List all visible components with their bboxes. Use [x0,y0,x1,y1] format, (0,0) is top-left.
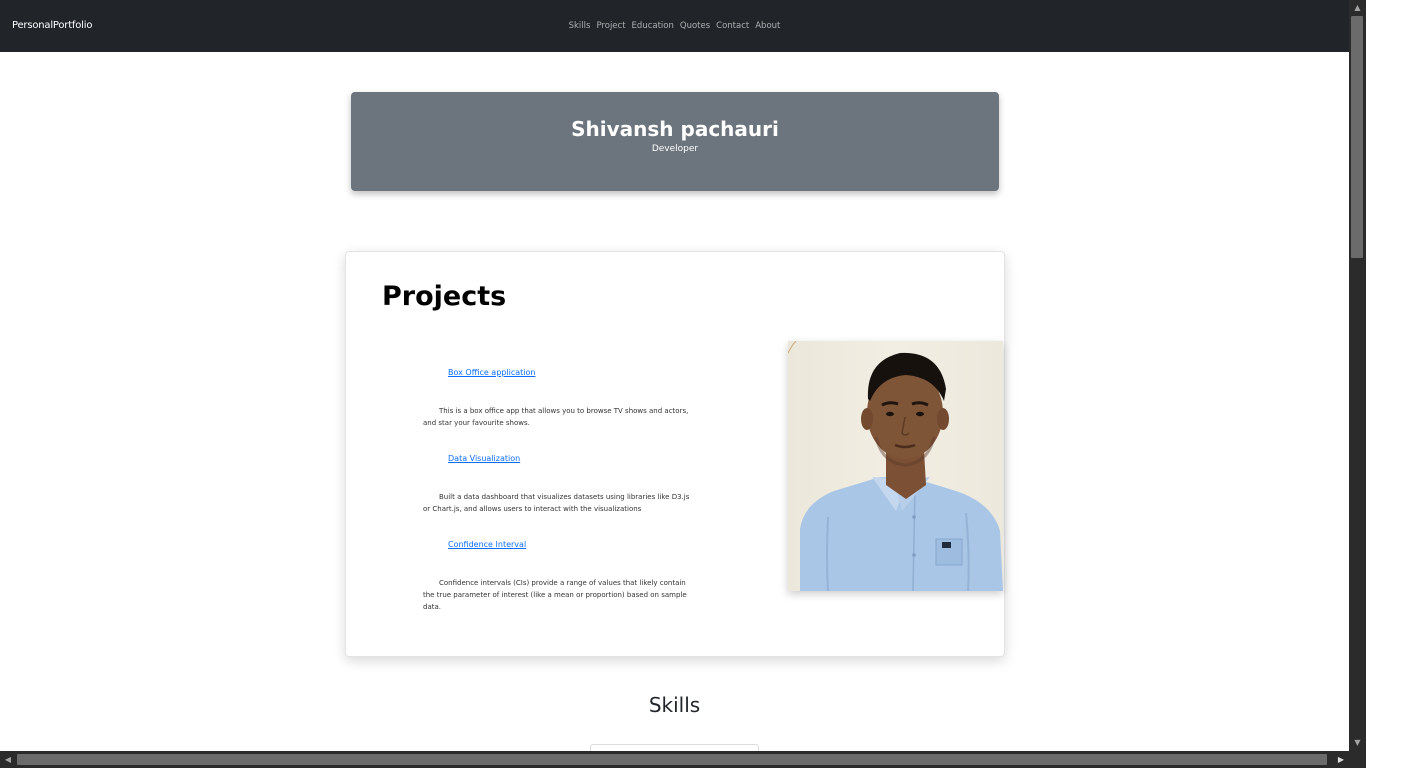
horizontal-scroll-thumb[interactable] [17,754,1327,765]
nav-link-skills[interactable]: Skills [569,21,591,31]
top-navbar: PersonalPortfolio Skills Project Educati… [0,0,1349,52]
vertical-scroll-thumb[interactable] [1351,16,1363,258]
skills-heading: Skills [648,693,701,717]
scroll-up-arrow-icon[interactable]: ▲ [1349,2,1366,14]
scrollbar-corner [1349,751,1366,768]
nav-link-quotes[interactable]: Quotes [680,21,710,31]
window-margin [1366,0,1412,768]
scroll-right-arrow-icon[interactable]: ▶ [1335,751,1347,768]
nav-links: Skills Project Education Quotes Contact … [0,0,1349,52]
project-description: Built a data dashboard that visualizes d… [423,493,690,513]
projects-heading: Projects [382,281,507,312]
nav-link-project[interactable]: Project [596,21,625,31]
scroll-down-arrow-icon[interactable]: ▼ [1349,737,1366,749]
profile-photo-illustration [788,341,1003,591]
scroll-left-arrow-icon[interactable]: ◀ [2,751,14,768]
nav-link-education[interactable]: Education [632,21,674,31]
nav-link-about[interactable]: About [755,21,780,31]
project-link-confidence-interval[interactable]: Confidence Interval [448,540,526,549]
project-link-data-visualization[interactable]: Data Visualization [448,454,520,463]
project-description: This is a box office app that allows you… [423,407,689,427]
skills-card [590,744,759,751]
profile-photo [788,341,1003,591]
hero-banner: Shivansh pachauri Developer [351,92,999,191]
project-description: Confidence intervals (CIs) provide a ran… [423,579,687,611]
hero-role: Developer [651,144,699,154]
page-viewport: PersonalPortfolio Skills Project Educati… [0,0,1349,751]
project-link-box-office[interactable]: Box Office application [448,368,535,377]
projects-card: Projects Box Office application This is … [345,251,1005,657]
vertical-scrollbar[interactable]: ▲ ▼ [1349,0,1366,751]
nav-link-contact[interactable]: Contact [716,21,749,31]
horizontal-scrollbar[interactable]: ◀ ▶ [0,751,1349,768]
hero-name: Shivansh pachauri [571,117,779,141]
